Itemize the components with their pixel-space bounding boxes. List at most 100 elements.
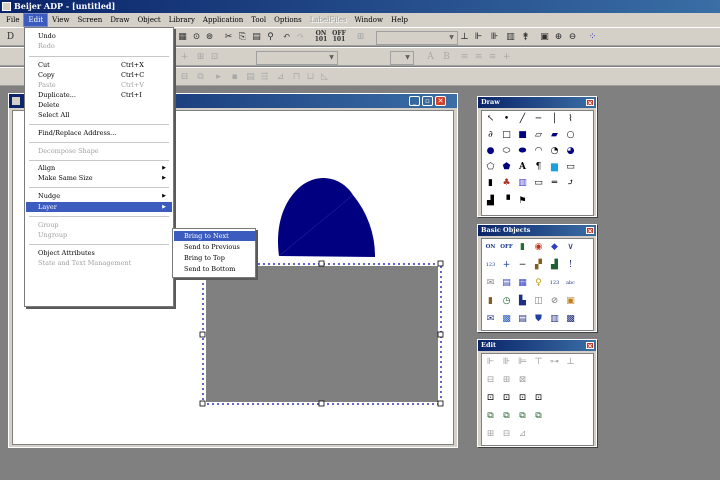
scale-icon[interactable]: ▥ bbox=[516, 177, 529, 190]
menu-item-bring-to-next[interactable]: Bring to Next bbox=[174, 231, 256, 241]
same-width-icon[interactable]: ⊟ bbox=[484, 374, 497, 387]
nudge-up-icon[interactable]: ⊡ bbox=[484, 392, 497, 405]
list-tool-icon[interactable]: ▤ bbox=[500, 277, 513, 290]
table-tool-icon[interactable]: ▦ bbox=[516, 277, 529, 290]
menu-application[interactable]: Application bbox=[199, 14, 247, 26]
redo-icon[interactable]: ↷ bbox=[294, 31, 307, 43]
filled-polygon-icon[interactable]: ⬟ bbox=[500, 161, 513, 174]
menu-view[interactable]: View bbox=[48, 14, 73, 26]
shape-icon[interactable]: ◺ bbox=[318, 71, 331, 83]
align-text-left-icon[interactable]: ≡ bbox=[458, 51, 471, 63]
menu-item-send-to-bottom[interactable]: Send to Bottom bbox=[174, 264, 256, 274]
arc-icon[interactable]: ◠ bbox=[532, 145, 545, 158]
align-text-center-icon[interactable]: ≡ bbox=[472, 51, 485, 63]
menu-item-bring-to-top[interactable]: Bring to Top bbox=[174, 253, 256, 263]
records-icon[interactable]: ▤ bbox=[516, 313, 529, 326]
send-previous-icon[interactable]: ⧉ bbox=[500, 410, 513, 423]
menu-item-state-text-management[interactable]: State and Text Management bbox=[26, 258, 172, 268]
menu-library[interactable]: Library bbox=[165, 14, 199, 26]
film-icon[interactable]: ▩ bbox=[564, 313, 577, 326]
message-icon[interactable]: ✉ bbox=[484, 277, 497, 290]
menu-item-copy[interactable]: Copy Ctrl+C bbox=[26, 70, 172, 80]
switch-icon[interactable]: ▮ bbox=[516, 241, 529, 254]
find-icon[interactable]: ⚲ bbox=[264, 31, 277, 43]
filled-parallelogram-icon[interactable]: ▰ bbox=[548, 129, 561, 142]
tree-icon[interactable]: ⚵ bbox=[519, 31, 532, 43]
polygon-icon[interactable]: ⬠ bbox=[484, 161, 497, 174]
align-text-right-icon[interactable]: ≡ bbox=[486, 51, 499, 63]
new-file-icon[interactable]: D bbox=[4, 31, 17, 43]
chart-icon[interactable]: ⊿ bbox=[274, 71, 287, 83]
box-grid-icon[interactable]: ⊞ bbox=[194, 51, 207, 63]
plus-icon[interactable]: + bbox=[178, 51, 191, 63]
menu-item-duplicate[interactable]: Duplicate... Ctrl+I bbox=[26, 90, 172, 100]
lamp-icon[interactable]: ◉ bbox=[532, 241, 545, 254]
hline-icon[interactable]: ─ bbox=[532, 113, 545, 126]
bold-icon[interactable]: B bbox=[440, 51, 453, 63]
menu-item-undo[interactable]: Undo bbox=[26, 31, 172, 41]
curve-icon[interactable]: ∂ bbox=[484, 129, 497, 142]
menu-item-find-replace[interactable]: Find/Replace Address... bbox=[26, 128, 172, 138]
ungroup-icon[interactable]: ⊟ bbox=[500, 428, 513, 441]
menu-item-nudge[interactable]: Nudge ▶ bbox=[26, 191, 172, 201]
zoom-out-icon[interactable]: ⊖ bbox=[566, 31, 579, 43]
window-shape-icon[interactable]: ▭ bbox=[564, 161, 577, 174]
snap-icon[interactable]: ⊡ bbox=[208, 51, 221, 63]
export-icon[interactable]: ⇶ bbox=[258, 71, 271, 83]
abc-icon[interactable]: 123 bbox=[548, 277, 561, 290]
menu-item-redo[interactable]: Redo bbox=[26, 41, 172, 51]
size-combo[interactable]: ▼ bbox=[256, 51, 338, 65]
abc-text-icon[interactable]: abc bbox=[564, 277, 577, 290]
screen-icon[interactable]: ▣ bbox=[538, 31, 551, 43]
menu-options[interactable]: Options bbox=[270, 14, 306, 26]
v-indicator-icon[interactable]: ∨ bbox=[564, 241, 577, 254]
rectangle-icon[interactable]: □ bbox=[500, 129, 513, 142]
font-combo[interactable]: ▼ bbox=[376, 31, 458, 45]
circle-arrow-icon[interactable]: ⊙ bbox=[190, 31, 203, 43]
align-bottom-icon[interactable]: ⊥ bbox=[458, 31, 471, 43]
pipe-icon[interactable]: ▙ bbox=[516, 295, 529, 308]
plus-tool-icon[interactable]: + bbox=[500, 259, 513, 272]
group-icon[interactable]: ⊞ bbox=[484, 428, 497, 441]
pointer-icon[interactable]: ↖ bbox=[484, 113, 497, 126]
filled-pie-icon[interactable]: ◕ bbox=[564, 145, 577, 158]
attributes-icon[interactable]: ⊿ bbox=[516, 428, 529, 441]
bitmap-icon[interactable]: ¶ bbox=[532, 161, 545, 174]
maximize-icon[interactable]: ▫ bbox=[422, 96, 433, 106]
filled-circle-icon[interactable]: ● bbox=[484, 145, 497, 158]
slider-tool-icon[interactable]: ▭ bbox=[532, 177, 545, 190]
edit-panel-title[interactable]: Edit ✕ bbox=[478, 340, 596, 351]
stop-icon[interactable]: ▪ bbox=[228, 71, 241, 83]
screen-list-icon[interactable]: ▤ bbox=[244, 71, 257, 83]
layout-icon[interactable]: ⊟ bbox=[178, 71, 191, 83]
same-height-icon[interactable]: ⊞ bbox=[500, 374, 513, 387]
menu-help[interactable]: Help bbox=[387, 14, 412, 26]
nudge-right-icon[interactable]: ⊡ bbox=[532, 392, 545, 405]
filled-ellipse-icon[interactable]: ⬬ bbox=[516, 145, 529, 158]
menu-item-align[interactable]: Align ▶ bbox=[26, 163, 172, 173]
grid-icon[interactable]: ▦ bbox=[176, 31, 189, 43]
draw-panel-title[interactable]: Draw ✕ bbox=[478, 97, 596, 108]
menu-item-ungroup[interactable]: Ungroup bbox=[26, 230, 172, 240]
text-icon[interactable]: A bbox=[516, 161, 529, 174]
trend-icon[interactable]: ⤴ bbox=[564, 177, 577, 190]
vline-icon[interactable]: │ bbox=[548, 113, 561, 126]
pie-icon[interactable]: ◔ bbox=[548, 145, 561, 158]
frame-icon[interactable]: ▣ bbox=[564, 295, 577, 308]
bar-icon[interactable]: ▮ bbox=[484, 177, 497, 190]
paste-icon[interactable]: ▤ bbox=[250, 31, 263, 43]
menu-draw[interactable]: Draw bbox=[106, 14, 133, 26]
cut-icon[interactable]: ✂ bbox=[222, 31, 235, 43]
meter-icon[interactable]: ▟ bbox=[484, 195, 497, 208]
menu-item-select-all[interactable]: Select All bbox=[26, 110, 172, 120]
line-icon[interactable]: ╱ bbox=[516, 113, 529, 126]
indicator-icon[interactable]: ◆ bbox=[548, 241, 561, 254]
parallelogram-icon[interactable]: ▱ bbox=[532, 129, 545, 142]
same-size-icon[interactable]: ⊠ bbox=[516, 374, 529, 387]
copy-icon[interactable]: ⎘ bbox=[236, 31, 249, 43]
chart-tool-icon[interactable]: ♣ bbox=[500, 177, 513, 190]
menu-tool[interactable]: Tool bbox=[247, 14, 270, 26]
grid-tool-icon[interactable]: ▩ bbox=[500, 313, 513, 326]
menu-file[interactable]: File bbox=[2, 14, 23, 26]
bulb-icon[interactable]: ♀ bbox=[532, 277, 545, 290]
